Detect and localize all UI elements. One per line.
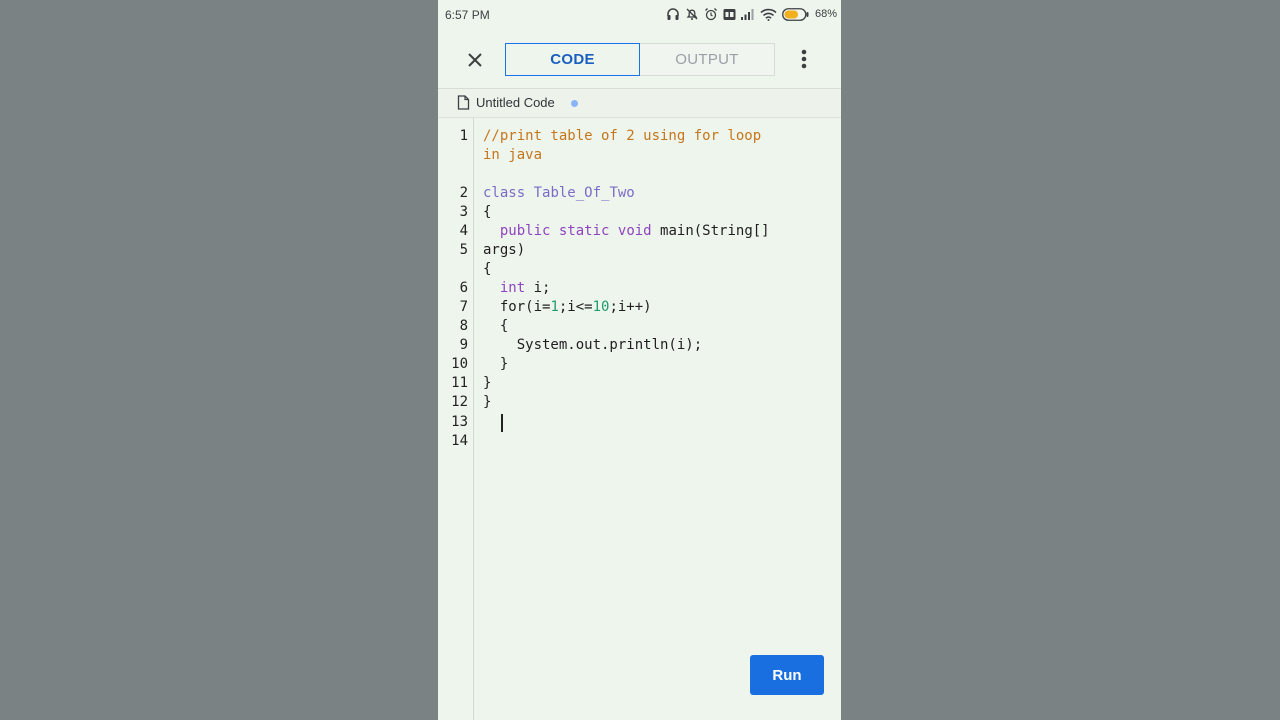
line-number: 2 — [459, 185, 468, 201]
volte-icon — [723, 8, 736, 20]
more-vertical-icon — [801, 49, 807, 69]
line-number: 9 — [459, 337, 468, 353]
line-number: 5 — [459, 242, 468, 258]
line-number: 3 — [459, 204, 468, 220]
code-line: } — [483, 356, 509, 372]
tab-output[interactable]: OUTPUT — [640, 43, 775, 76]
file-bar: Untitled Code — [438, 88, 841, 118]
phone-screen: 6:57 PM 68% CODE OUTPUT Untitled Code 1 … — [438, 0, 841, 720]
line-number: 12 — [451, 394, 468, 410]
headphones-icon — [667, 8, 679, 20]
alarm-icon — [705, 8, 717, 21]
unsaved-indicator — [571, 100, 578, 107]
code-line: for(i=1;i<=10;i++) — [483, 299, 652, 315]
file-icon — [457, 95, 470, 110]
line-number: 10 — [451, 356, 468, 372]
line-number: 7 — [459, 299, 468, 315]
code-line: } — [483, 394, 492, 410]
code-line: in java — [483, 147, 543, 163]
code-line: int i; — [499, 280, 551, 296]
line-number: 4 — [459, 223, 468, 239]
code-line: class Table_Of_Two — [483, 185, 635, 201]
code-line: { — [483, 261, 492, 277]
line-number: 8 — [459, 318, 468, 334]
wifi-icon — [760, 8, 777, 21]
status-bar: 6:57 PM 68% — [438, 0, 841, 30]
code-line: } — [483, 375, 492, 391]
code-line: //print table of 2 using for loop — [483, 128, 762, 144]
code-line: args) — [483, 242, 526, 258]
battery-icon — [782, 7, 809, 21]
line-number: 6 — [459, 280, 468, 296]
code-line: { — [483, 318, 509, 334]
more-options-button[interactable] — [796, 46, 812, 72]
status-icons: 68% — [666, 7, 837, 21]
file-name[interactable]: Untitled Code — [476, 95, 555, 110]
code-line: System.out.println(i); — [483, 337, 703, 353]
line-number: 11 — [451, 375, 468, 391]
cellular-signal-icon — [740, 9, 754, 20]
line-number: 1 — [459, 128, 468, 144]
battery-percentage: 68% — [814, 8, 837, 20]
gutter-divider — [473, 117, 474, 720]
close-button[interactable] — [462, 47, 488, 73]
line-number: 14 — [451, 433, 468, 449]
bell-muted-icon — [686, 8, 698, 20]
line-number: 13 — [451, 414, 468, 430]
code-editor[interactable]: 1 2 3 4 5 6 7 8 9 10 11 12 13 14 //print… — [438, 117, 841, 720]
app-bar: CODE OUTPUT — [438, 30, 841, 88]
tab-code[interactable]: CODE — [505, 43, 640, 76]
status-time: 6:57 PM — [445, 8, 490, 22]
code-line: { — [483, 204, 492, 220]
code-line: public static void main(String[] — [499, 223, 770, 239]
run-button[interactable]: Run — [750, 655, 824, 695]
editor-tabs: CODE OUTPUT — [505, 43, 775, 76]
text-cursor — [501, 414, 503, 432]
close-icon — [468, 53, 482, 67]
